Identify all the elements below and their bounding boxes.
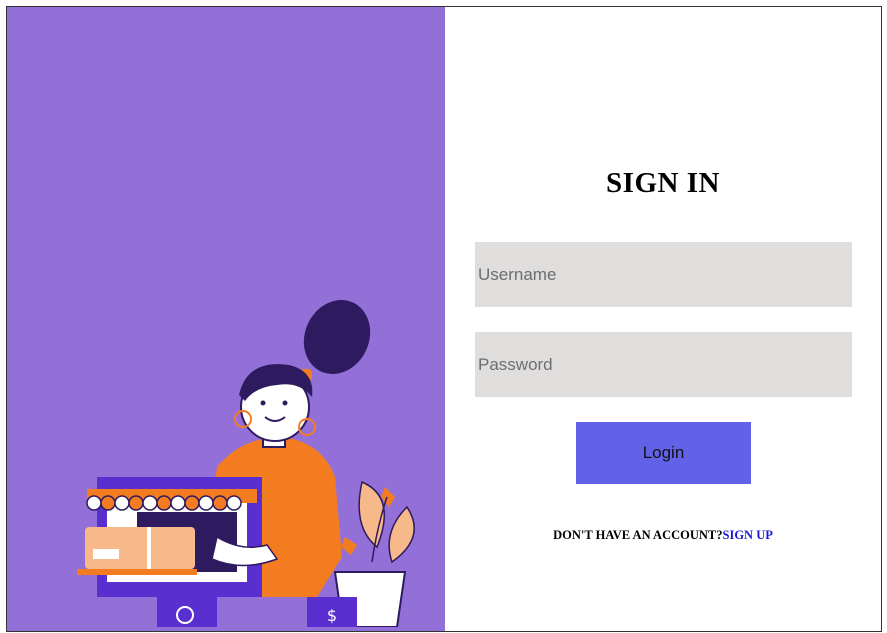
signup-link[interactable]: SIGN UP (723, 528, 773, 542)
svg-text:$: $ (327, 606, 337, 625)
page-title: SIGN IN (606, 167, 720, 199)
password-input[interactable] (475, 332, 852, 397)
login-button[interactable]: Login (576, 422, 751, 484)
shopkeeper-illustration: $ (77, 300, 415, 627)
page-frame: $ SIGN IN Login DON'T HAVE AN ACCOUNT?SI… (6, 6, 882, 632)
illustration-panel: $ (7, 7, 445, 631)
signup-prompt: DON'T HAVE AN ACCOUNT?SIGN UP (445, 528, 881, 543)
login-panel: SIGN IN Login DON'T HAVE AN ACCOUNT?SIGN… (445, 7, 881, 631)
username-input[interactable] (475, 242, 852, 307)
no-account-text: DON'T HAVE AN ACCOUNT? (553, 528, 723, 542)
